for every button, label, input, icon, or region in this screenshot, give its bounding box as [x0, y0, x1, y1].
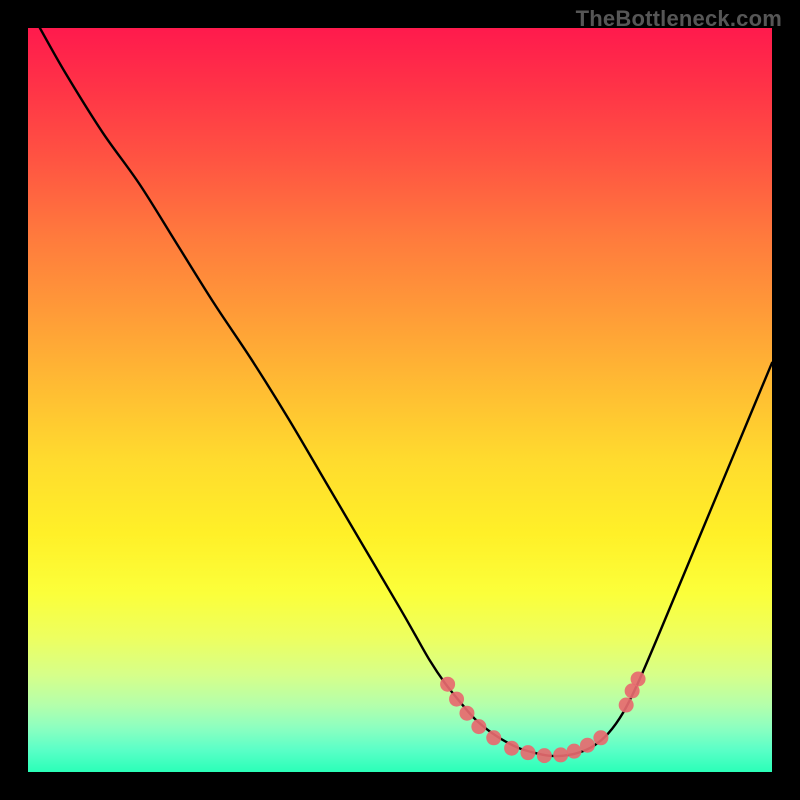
data-marker	[631, 672, 646, 687]
data-marker	[440, 677, 455, 692]
watermark-text: TheBottleneck.com	[576, 6, 782, 32]
data-marker	[537, 748, 552, 763]
data-marker	[504, 741, 519, 756]
bottleneck-curve	[40, 28, 772, 756]
data-marker	[567, 744, 582, 759]
data-marker	[625, 683, 640, 698]
data-marker	[580, 738, 595, 753]
data-marker	[459, 706, 474, 721]
data-marker	[553, 747, 568, 762]
chart-frame: TheBottleneck.com	[0, 0, 800, 800]
data-marker	[471, 719, 486, 734]
chart-svg	[28, 28, 772, 772]
data-marker	[520, 745, 535, 760]
data-marker	[449, 692, 464, 707]
data-marker	[486, 730, 501, 745]
plot-area	[28, 28, 772, 772]
data-marker	[593, 730, 608, 745]
data-marker	[619, 698, 634, 713]
